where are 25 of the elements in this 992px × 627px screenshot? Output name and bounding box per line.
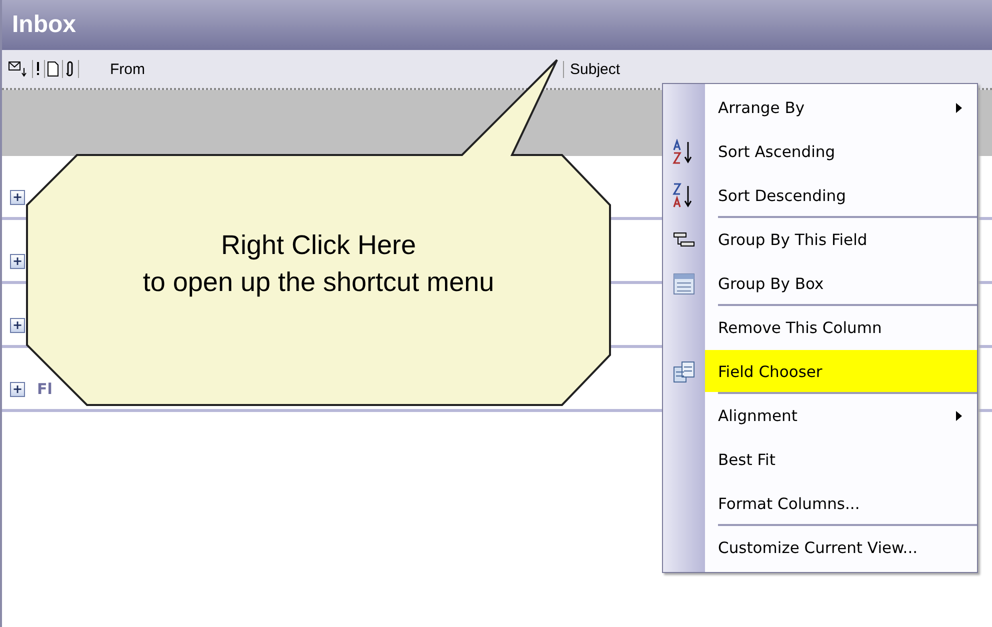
callout-text: Right Click Here bbox=[220, 230, 416, 261]
menu-item[interactable]: Sort Ascending bbox=[663, 130, 977, 174]
expand-button[interactable]: + bbox=[10, 190, 25, 205]
menu-item[interactable]: Arrange By bbox=[663, 86, 977, 130]
envelope-icon[interactable] bbox=[8, 60, 33, 78]
page-icon[interactable] bbox=[46, 60, 63, 78]
paperclip-icon[interactable] bbox=[64, 60, 79, 78]
menu-item[interactable]: Customize Current View... bbox=[663, 526, 977, 570]
menu-item[interactable]: Group By This Field bbox=[663, 218, 977, 262]
expand-button[interactable]: + bbox=[10, 318, 25, 333]
callout-text: to open up the shortcut menu bbox=[142, 267, 494, 298]
submenu-arrow-icon bbox=[955, 410, 963, 422]
importance-icon[interactable] bbox=[34, 60, 45, 78]
window-title: Inbox bbox=[12, 11, 76, 39]
expand-button[interactable]: + bbox=[10, 254, 25, 269]
menu-item[interactable]: Remove This Column bbox=[663, 306, 977, 350]
submenu-arrow-icon bbox=[955, 102, 963, 114]
column-heading[interactable]: Subject bbox=[563, 60, 620, 78]
group-label: Fl bbox=[37, 381, 52, 397]
panel-icon bbox=[672, 272, 696, 296]
field-list-icon bbox=[672, 360, 696, 384]
menu-item[interactable]: Alignment bbox=[663, 394, 977, 438]
column-heading[interactable]: From bbox=[108, 60, 562, 78]
expand-button[interactable]: + bbox=[10, 382, 25, 397]
menu-item[interactable]: Best Fit bbox=[663, 438, 977, 482]
